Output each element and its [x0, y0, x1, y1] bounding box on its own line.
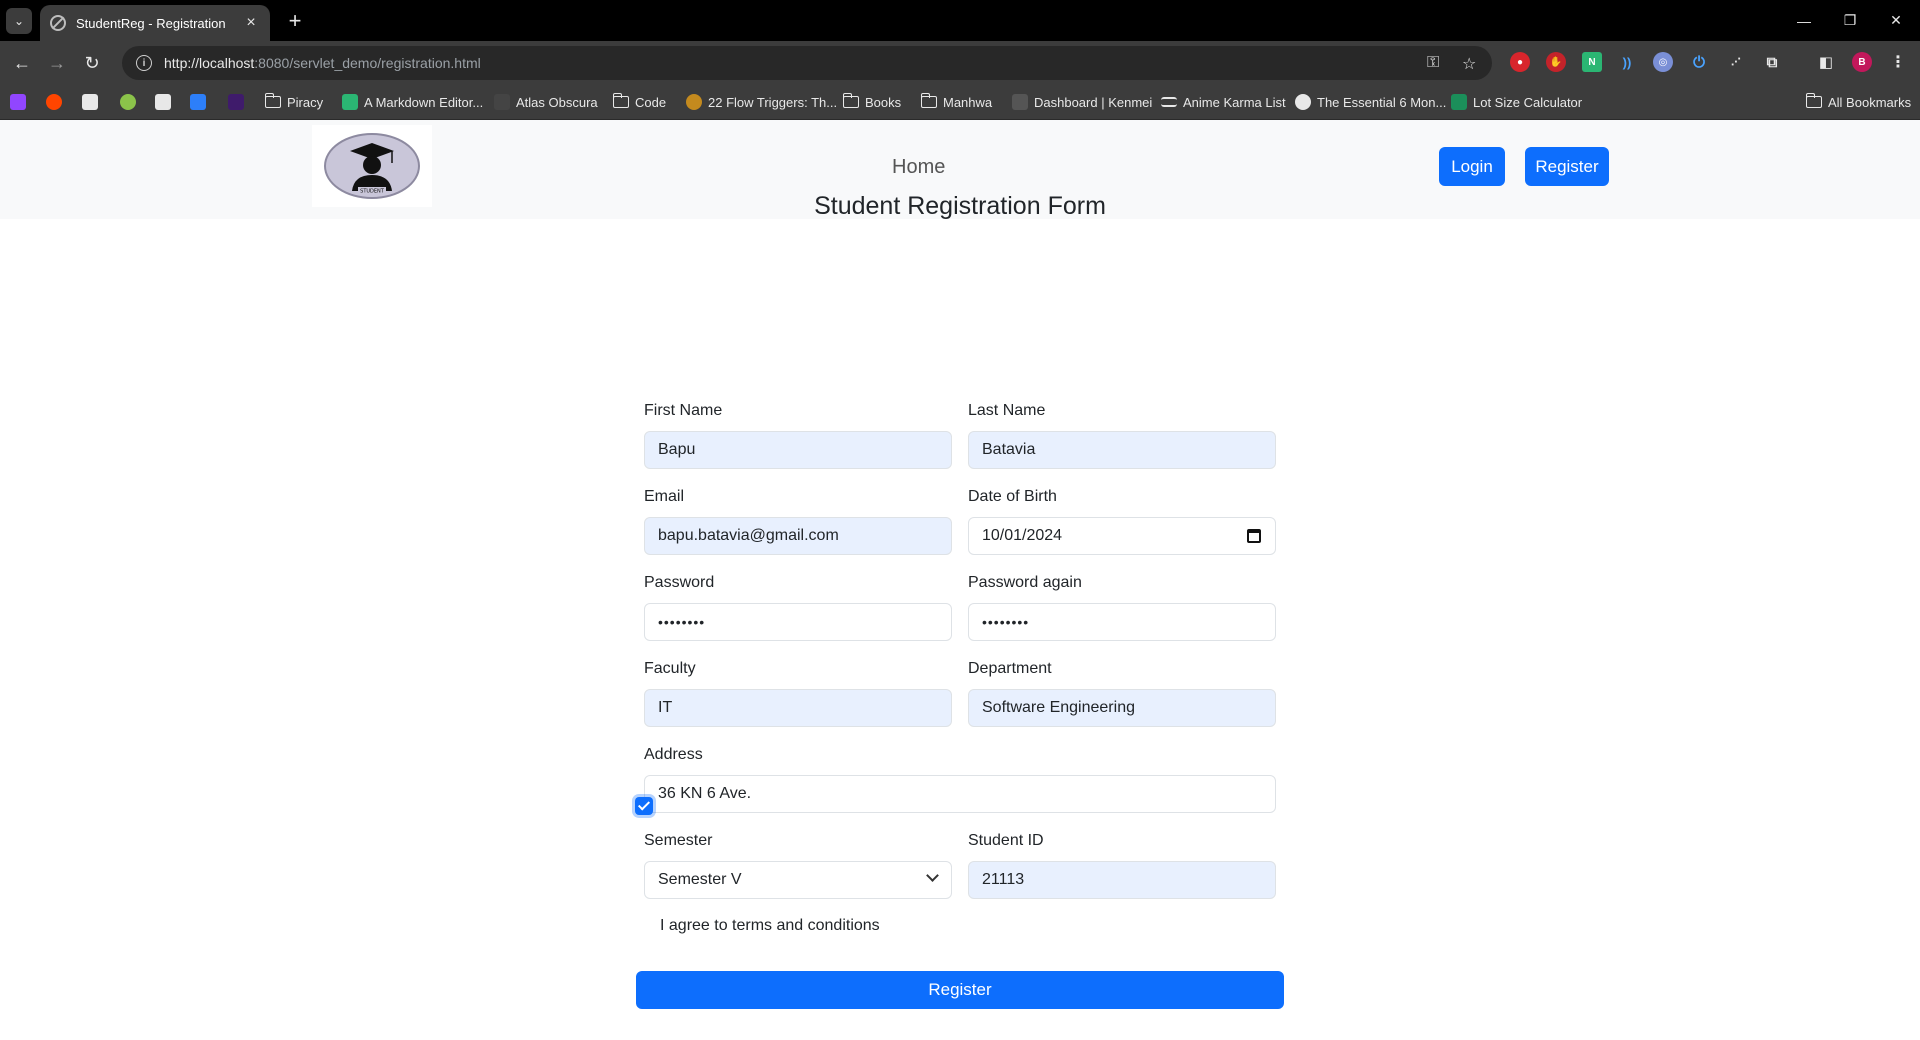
avatar[interactable]: B	[1852, 52, 1872, 72]
bookmark-a[interactable]	[155, 92, 177, 112]
password-input[interactable]: ••••••••	[644, 603, 952, 641]
first-name-label: First Name	[644, 402, 723, 419]
tab-search-icon[interactable]: ⌄	[6, 8, 32, 34]
bookmark-x[interactable]	[82, 92, 104, 112]
web-page: STUDENT Home Login Register	[0, 120, 1920, 1040]
folder-icon	[612, 93, 629, 108]
last-name-input[interactable]: Batavia	[968, 431, 1276, 469]
extension-n-icon[interactable]: N	[1582, 52, 1602, 72]
password-value: ••••••••	[658, 614, 706, 630]
folder-icon	[1805, 93, 1822, 108]
dob-label: Date of Birth	[968, 488, 1057, 505]
login-button[interactable]: Login	[1439, 147, 1505, 186]
url-text: http://localhost:8080/servlet_demo/regis…	[164, 55, 481, 71]
bookmark-markdown[interactable]: A Markdown Editor...	[342, 92, 483, 112]
key-icon[interactable]: ⚿	[1427, 54, 1439, 72]
bookmark-code[interactable]: Code	[612, 92, 666, 112]
bookmark-piracy[interactable]: Piracy	[264, 92, 323, 112]
semester-select[interactable]: Semester V	[644, 861, 952, 899]
last-name-label: Last Name	[968, 402, 1046, 419]
bookmark-twitch[interactable]	[10, 92, 32, 112]
tab-title: StudentReg - Registration	[76, 15, 226, 31]
bookmark-essential[interactable]: The Essential 6 Mon...	[1295, 92, 1446, 112]
back-icon[interactable]: ←	[8, 49, 36, 77]
department-input[interactable]: Software Engineering	[968, 689, 1276, 727]
power-icon[interactable]: ⏻	[1689, 52, 1709, 72]
bookmark-flow[interactable]: 22 Flow Triggers: Th...	[686, 92, 837, 112]
bookmark-w[interactable]	[228, 92, 250, 112]
puzzle-icon[interactable]: ⧉	[1762, 52, 1782, 72]
bookmark-books[interactable]: Books	[842, 92, 901, 112]
window-close-icon[interactable]: ✕	[1873, 0, 1919, 41]
bookmark-lotsize[interactable]: Lot Size Calculator	[1451, 92, 1582, 112]
email-label: Email	[644, 488, 685, 505]
faculty-label: Faculty	[644, 660, 696, 677]
bookmark-atlas[interactable]: Atlas Obscura	[494, 92, 598, 112]
browser-tabbar: ⌄ StudentReg - Registration × + — ❐ ✕	[0, 0, 1920, 41]
faculty-input[interactable]: IT	[644, 689, 952, 727]
bookmark-green[interactable]	[120, 92, 142, 112]
bookmark-as[interactable]	[190, 92, 212, 112]
address-input[interactable]: 36 KN 6 Ave.	[644, 775, 1276, 813]
extension-share-icon[interactable]: ⋰	[1726, 52, 1746, 72]
address-bar[interactable]: i http://localhost:8080/servlet_demo/reg…	[122, 46, 1492, 80]
register-submit-button[interactable]: Register	[636, 971, 1284, 1009]
globe-icon	[50, 15, 66, 31]
page-title: Student Registration Form	[814, 192, 1106, 220]
folder-icon	[920, 93, 937, 108]
terms-label[interactable]: I agree to terms and conditions	[660, 917, 880, 935]
dob-value: 10/01/2024	[982, 527, 1063, 544]
forward-icon[interactable]: →	[43, 49, 71, 77]
all-bookmarks[interactable]: All Bookmarks	[1805, 92, 1911, 112]
extension-search-icon[interactable]: ◎	[1653, 52, 1673, 72]
password-again-value: ••••••••	[982, 614, 1030, 630]
sidepanel-icon[interactable]: ◧	[1816, 52, 1836, 72]
semester-label: Semester	[644, 832, 713, 849]
star-icon[interactable]: ☆	[1462, 54, 1476, 74]
extension-hand-icon[interactable]: ✋	[1546, 52, 1566, 72]
new-tab-icon[interactable]: +	[282, 8, 308, 34]
folder-icon	[842, 93, 859, 108]
student-id-label: Student ID	[968, 832, 1044, 849]
first-name-input[interactable]: Bapu	[644, 431, 952, 469]
browser-tab[interactable]: StudentReg - Registration ×	[40, 5, 270, 41]
calendar-icon[interactable]	[1247, 529, 1261, 543]
semester-value: Semester V	[658, 871, 742, 888]
extension-red-icon[interactable]: ●	[1510, 52, 1530, 72]
restore-icon[interactable]: ❐	[1827, 0, 1873, 41]
password-label: Password	[644, 574, 715, 591]
address-label: Address	[644, 746, 703, 763]
menu-icon[interactable]: ⋮	[1888, 52, 1908, 72]
info-icon[interactable]: i	[136, 55, 152, 71]
extension-wave-icon[interactable]: ))	[1617, 52, 1637, 72]
bookmarks-bar: Piracy A Markdown Editor... Atlas Obscur…	[0, 84, 1920, 120]
password-again-label: Password again	[968, 574, 1082, 591]
bookmark-anime[interactable]: Anime Karma List	[1161, 92, 1286, 112]
bookmark-kenmei[interactable]: Dashboard | Kenmei	[1012, 92, 1152, 112]
minimize-icon[interactable]: —	[1781, 0, 1827, 41]
student-id-input[interactable]: 21113	[968, 861, 1276, 899]
student-logo-icon: STUDENT	[324, 133, 420, 199]
dob-input[interactable]: 10/01/2024	[968, 517, 1276, 555]
department-label: Department	[968, 660, 1052, 677]
home-link[interactable]: Home	[892, 156, 945, 179]
nav-register-button[interactable]: Register	[1525, 147, 1609, 186]
terms-checkbox[interactable]	[635, 797, 653, 815]
bookmark-manhwa[interactable]: Manhwa	[920, 92, 992, 112]
chevron-down-icon	[926, 869, 939, 882]
bookmark-reddit[interactable]	[46, 92, 68, 112]
email-input[interactable]: bapu.batavia@gmail.com	[644, 517, 952, 555]
close-icon[interactable]: ×	[242, 14, 260, 32]
folder-icon	[264, 93, 281, 108]
password-again-input[interactable]: ••••••••	[968, 603, 1276, 641]
reload-icon[interactable]: ↻	[78, 49, 106, 77]
